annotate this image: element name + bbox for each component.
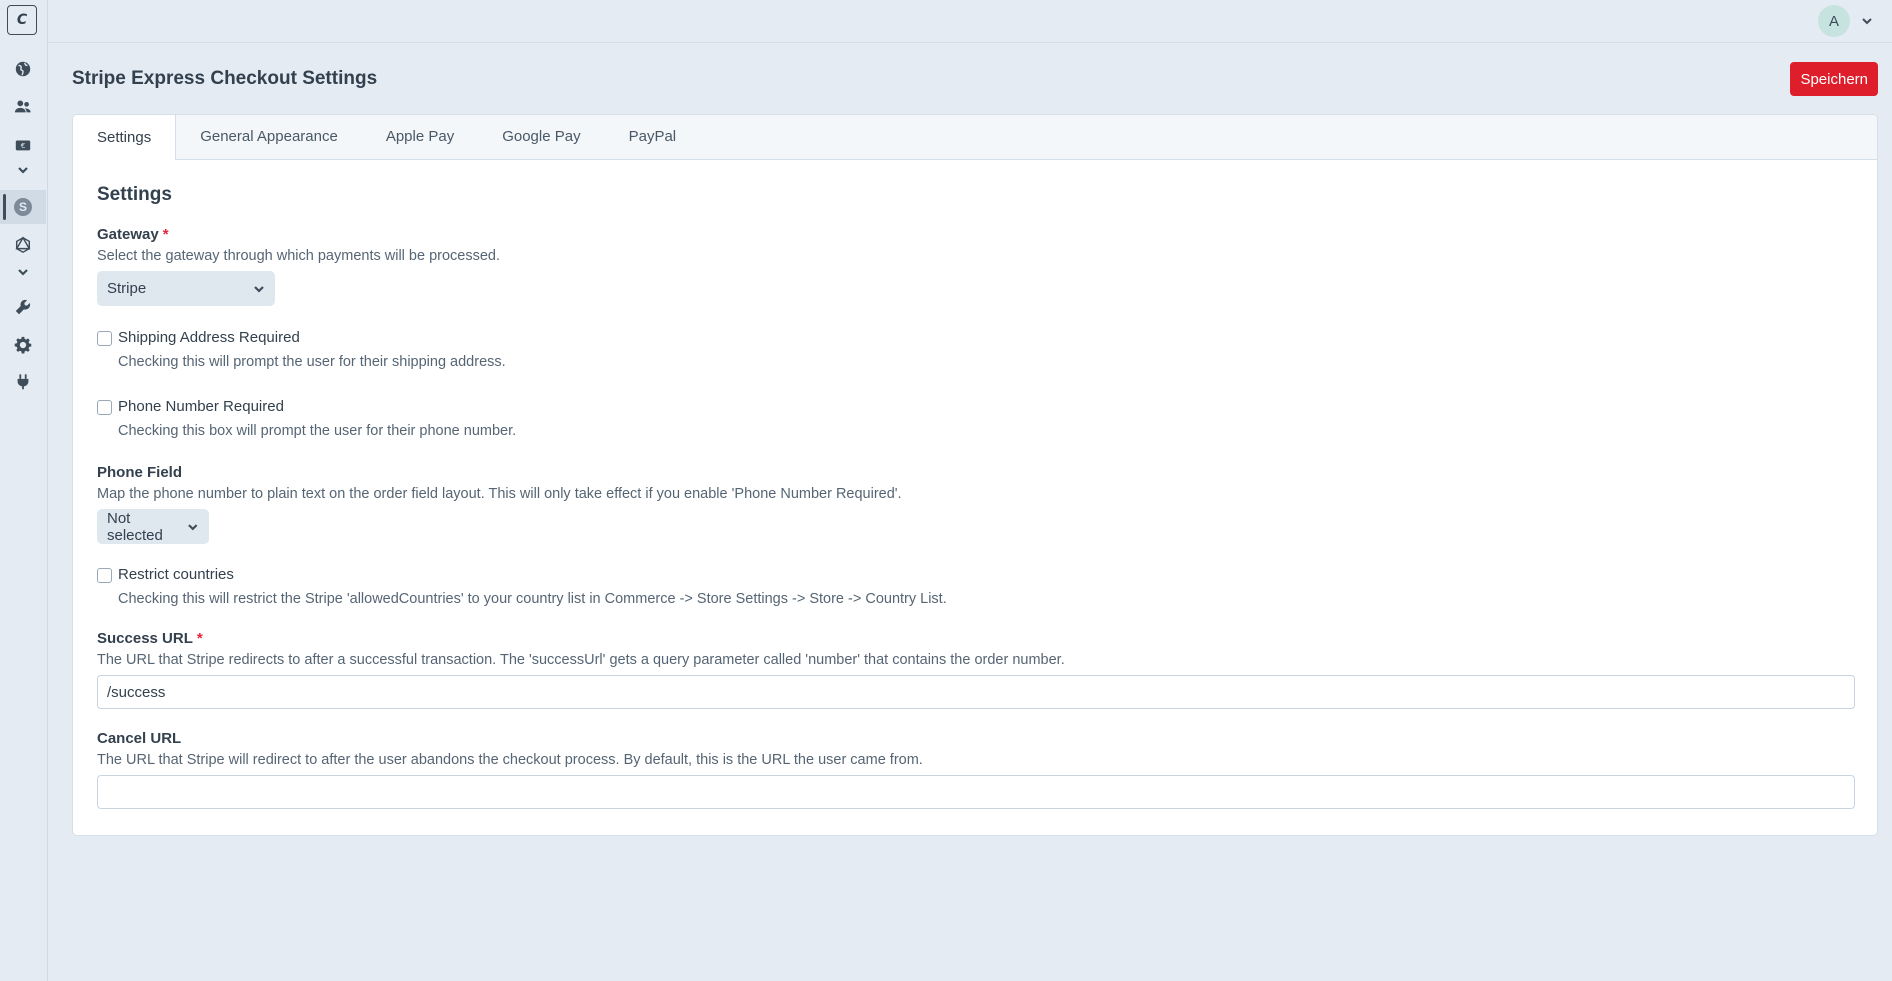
gateway-label: Gateway * — [97, 226, 169, 243]
chevron-down-icon[interactable] — [1860, 14, 1874, 28]
plug-icon[interactable] — [0, 365, 46, 399]
tab-paypal[interactable]: PayPal — [605, 115, 701, 159]
phone-required-help: Checking this box will prompt the user f… — [118, 423, 517, 439]
settings-card: Settings General Appearance Apple Pay Go… — [72, 114, 1878, 836]
tab-bar: Settings General Appearance Apple Pay Go… — [73, 115, 1877, 160]
success-url-label-text: Success URL — [97, 630, 193, 647]
success-url-input[interactable]: /success — [97, 675, 1855, 709]
phone-required-label[interactable]: Phone Number Required — [118, 398, 284, 415]
chevron-down-icon — [254, 285, 264, 293]
restrict-countries-help: Checking this will restrict the Stripe '… — [118, 591, 947, 607]
app-logo[interactable]: C — [7, 5, 37, 35]
tab-google-pay[interactable]: Google Pay — [478, 115, 604, 159]
avatar[interactable]: A — [1818, 5, 1850, 37]
phone-field-select-value: Not selected — [107, 509, 163, 544]
tab-settings[interactable]: Settings — [73, 115, 177, 160]
required-marker: * — [162, 226, 169, 243]
restrict-countries-checkbox[interactable] — [97, 568, 112, 583]
cancel-url-help: The URL that Stripe will redirect to aft… — [97, 752, 923, 768]
success-url-label: Success URL * — [97, 630, 203, 647]
required-marker: * — [196, 630, 203, 647]
chevron-down-icon[interactable] — [0, 155, 46, 185]
users-icon[interactable] — [0, 90, 46, 124]
phone-required-checkbox[interactable] — [97, 400, 112, 415]
section-title: Settings — [97, 184, 172, 205]
wrench-icon[interactable] — [0, 290, 46, 324]
globe-icon[interactable] — [0, 52, 46, 86]
gateway-label-text: Gateway — [97, 226, 159, 243]
sidebar: C € S — [0, 0, 48, 981]
phone-field-select[interactable]: Not selected — [97, 509, 209, 544]
chevron-down-icon — [188, 523, 198, 530]
phone-field-label: Phone Field — [97, 464, 183, 481]
gear-icon[interactable] — [0, 328, 46, 362]
active-indicator — [3, 194, 6, 220]
shipping-checkbox[interactable] — [97, 331, 112, 346]
shipping-label[interactable]: Shipping Address Required — [118, 329, 300, 346]
svg-text:€: € — [21, 141, 26, 150]
restrict-countries-label[interactable]: Restrict countries — [118, 566, 234, 583]
tab-apple-pay[interactable]: Apple Pay — [362, 115, 478, 159]
chevron-down-icon[interactable] — [0, 257, 46, 287]
tab-general-appearance[interactable]: General Appearance — [176, 115, 362, 159]
cancel-url-label: Cancel URL — [97, 730, 182, 747]
sidebar-item-stripe[interactable]: S — [0, 190, 46, 224]
save-button[interactable]: Speichern — [1790, 62, 1878, 96]
top-bar: A — [48, 0, 1892, 43]
success-url-help: The URL that Stripe redirects to after a… — [97, 652, 1065, 668]
gateway-select[interactable]: Stripe — [97, 271, 275, 306]
page-title: Stripe Express Checkout Settings — [72, 68, 378, 89]
stripe-icon: S — [14, 198, 32, 216]
phone-field-help: Map the phone number to plain text on th… — [97, 486, 902, 502]
gateway-select-value: Stripe — [107, 280, 147, 297]
shipping-help: Checking this will prompt the user for t… — [118, 354, 506, 370]
gateway-help: Select the gateway through which payment… — [97, 248, 500, 264]
cancel-url-input[interactable] — [97, 775, 1855, 809]
